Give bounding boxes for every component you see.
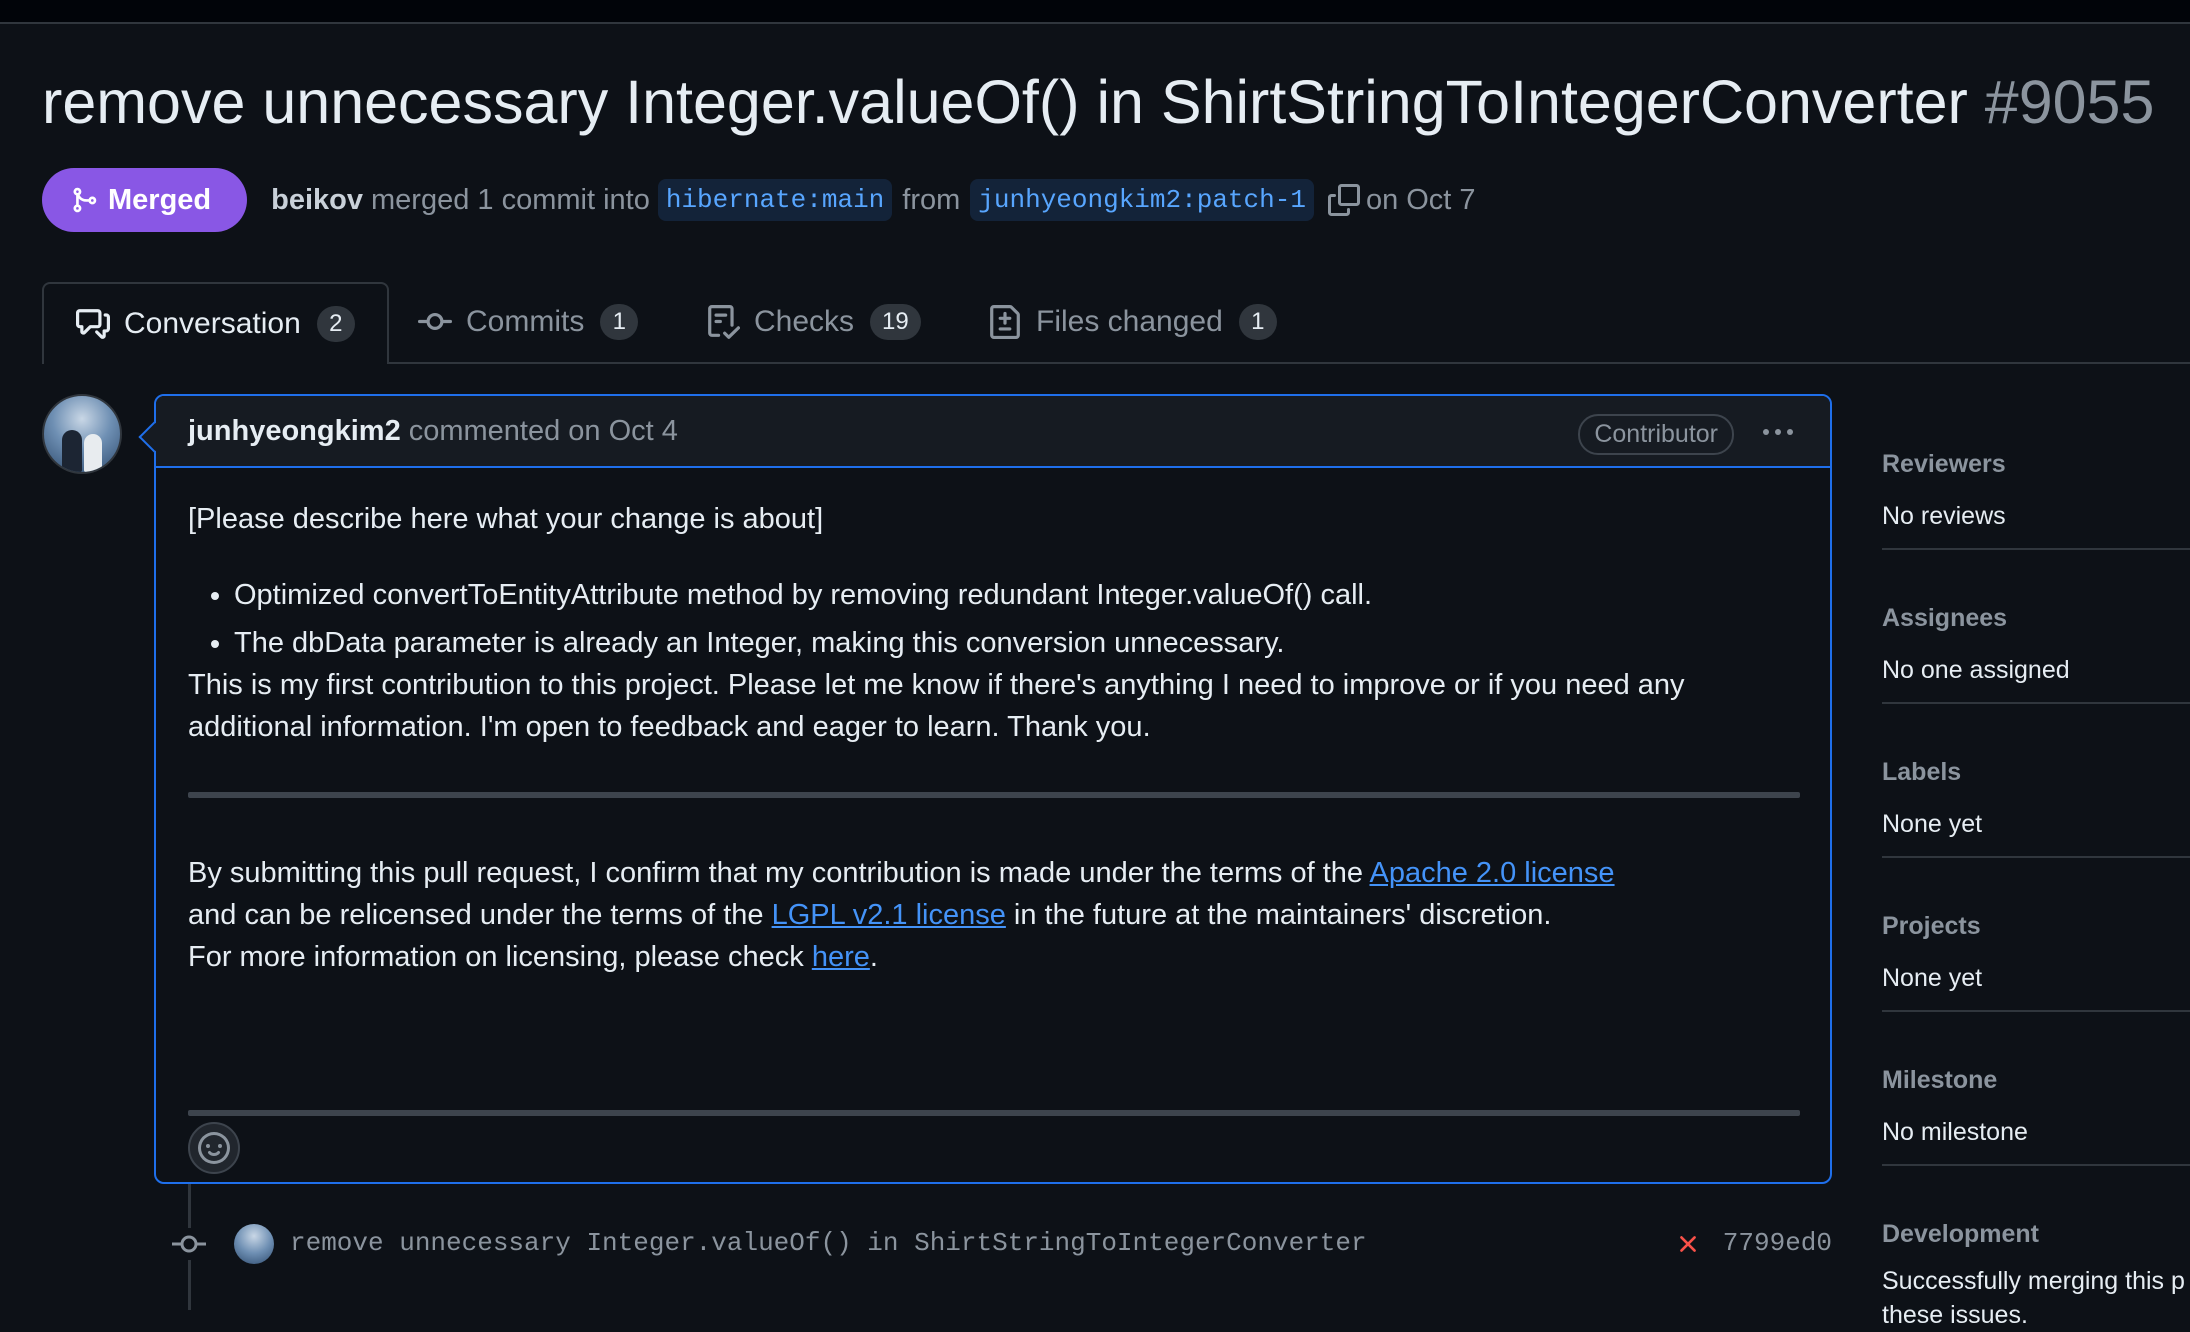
tab-files-changed-label: Files changed <box>1036 305 1223 338</box>
sidebar-value: None yet <box>1882 964 1983 992</box>
copy-icon[interactable] <box>1327 184 1360 216</box>
sidebar-title[interactable]: Milestone <box>1882 1066 1997 1095</box>
pr-number: #9055 <box>1984 68 2155 136</box>
tab-commits[interactable]: Commits 1 <box>418 282 639 362</box>
git-commit-icon <box>418 312 452 330</box>
apache-license-link[interactable]: Apache 2.0 license <box>1370 857 1615 889</box>
checklist-icon <box>708 305 740 339</box>
sidebar-title[interactable]: Assignees <box>1882 604 2007 633</box>
licensing-info-link[interactable]: here <box>812 941 870 973</box>
development-text: Successfully merging this p <box>1882 1267 2185 1295</box>
sidebar-value: No milestone <box>1882 1118 2028 1146</box>
tab-conversation-count: 2 <box>316 306 355 342</box>
pr-status-row: Merged beikov merged 1 commit into hiber… <box>42 168 1476 232</box>
sidebar-value: No one assigned <box>1882 656 2070 684</box>
from-text: from <box>902 183 961 216</box>
comment-paragraph-message: This is my first contribution to this pr… <box>188 669 1685 743</box>
tab-files-changed-count: 1 <box>1238 304 1277 340</box>
tab-commits-label: Commits <box>466 305 585 338</box>
sidebar-value: Successfully merging this p these issues. <box>1882 1264 2185 1332</box>
pr-title: remove unnecessary Integer.valueOf() in … <box>42 72 2154 133</box>
smiley-icon <box>198 1132 230 1164</box>
commit-sha-link[interactable]: 7799ed0 <box>1723 1228 1832 1258</box>
sidebar-development: Development Successfully merging this p t… <box>1882 1164 2190 1329</box>
base-branch-label[interactable]: hibernate:main <box>657 179 893 221</box>
comment-paragraph-intro: [Please describe here what your change i… <box>188 503 824 535</box>
sidebar-reviewers: Reviewers No reviews <box>1882 394 2190 550</box>
tab-conversation-label: Conversation <box>124 307 301 340</box>
file-diff-icon <box>990 305 1020 339</box>
merged-status-label: Merged <box>108 183 212 216</box>
kebab-menu-icon[interactable] <box>1758 418 1798 446</box>
avatar-figure-dark <box>62 430 82 472</box>
x-icon[interactable] <box>1674 1230 1702 1258</box>
sidebar-milestone: Milestone No milestone <box>1882 1010 2190 1166</box>
license-text: . <box>869 941 878 973</box>
pr-title-text: remove unnecessary Integer.valueOf() in … <box>42 68 1968 136</box>
avatar-figure-light <box>84 434 102 472</box>
sidebar-assignees: Assignees No one assigned <box>1882 548 2190 704</box>
sidebar-title[interactable]: Development <box>1882 1220 2039 1249</box>
comment-discussion-icon <box>76 309 110 339</box>
license-text: in the future at the maintainers' discre… <box>1005 899 1552 931</box>
sidebar-title[interactable]: Reviewers <box>1882 450 2006 479</box>
commit-message-link[interactable]: remove unnecessary Integer.valueOf() in … <box>290 1228 1367 1258</box>
add-reaction-button[interactable] <box>188 1122 240 1174</box>
merged-by-link[interactable]: beikov <box>271 184 363 217</box>
merge-date: on Oct 7 <box>1365 183 1476 216</box>
sidebar-labels: Labels None yet <box>1882 702 2190 858</box>
git-merge-icon <box>73 187 97 213</box>
divider <box>188 1110 1800 1116</box>
commit-author-avatar[interactable] <box>234 1224 274 1264</box>
license-text: By submitting this pull request, I confi… <box>188 857 1370 889</box>
license-text: and can be relicensed under the terms of… <box>188 899 772 931</box>
top-bar <box>0 0 2190 24</box>
comment-author-link[interactable]: junhyeongkim2 <box>188 415 401 448</box>
avatar[interactable] <box>42 394 122 474</box>
license-paragraph: By submitting this pull request, I confi… <box>188 852 1615 978</box>
merged-status-badge: Merged <box>42 168 248 232</box>
sidebar-title[interactable]: Labels <box>1882 758 1961 787</box>
pr-tabs: Conversation 2 Commits 1 Checks 19 Files… <box>42 282 2190 364</box>
git-commit-icon <box>170 1228 208 1260</box>
list-item: The dbData parameter is already an Integ… <box>234 619 1372 667</box>
license-text: For more information on licensing, pleas… <box>188 941 812 973</box>
sidebar-title[interactable]: Projects <box>1882 912 1981 941</box>
tab-checks-label: Checks <box>754 305 855 338</box>
tab-commits-count: 1 <box>600 304 639 340</box>
divider <box>188 792 1800 798</box>
merge-description: merged 1 commit into <box>371 183 650 216</box>
head-branch-label[interactable]: junhyeongkim2:patch-1 <box>970 179 1314 221</box>
development-text: these issues. <box>1882 1301 2028 1329</box>
sidebar-value: None yet <box>1882 810 1983 838</box>
contributor-badge: Contributor <box>1578 414 1734 455</box>
comment-timestamp[interactable]: commented on Oct 4 <box>409 415 678 448</box>
timeline-commit-row: remove unnecessary Integer.valueOf() in … <box>170 1218 1832 1270</box>
tab-files-changed[interactable]: Files changed 1 <box>988 282 1277 362</box>
comment-bullet-list: Optimized convertToEntityAttribute metho… <box>188 571 1372 667</box>
sidebar-value: No reviews <box>1882 502 2006 530</box>
tab-conversation[interactable]: Conversation 2 <box>42 282 389 364</box>
pr-description-comment: junhyeongkim2 commented on Oct 4 Contrib… <box>154 394 1832 1184</box>
pull-request-page: remove unnecessary Integer.valueOf() in … <box>42 22 2190 1329</box>
comment-header: junhyeongkim2 commented on Oct 4 Contrib… <box>156 396 1830 468</box>
tab-checks[interactable]: Checks 19 <box>706 282 921 362</box>
lgpl-license-link[interactable]: LGPL v2.1 license <box>772 899 1006 931</box>
list-item: Optimized convertToEntityAttribute metho… <box>234 571 1372 619</box>
sidebar-projects: Projects None yet <box>1882 856 2190 1012</box>
tab-checks-count: 19 <box>870 304 921 340</box>
